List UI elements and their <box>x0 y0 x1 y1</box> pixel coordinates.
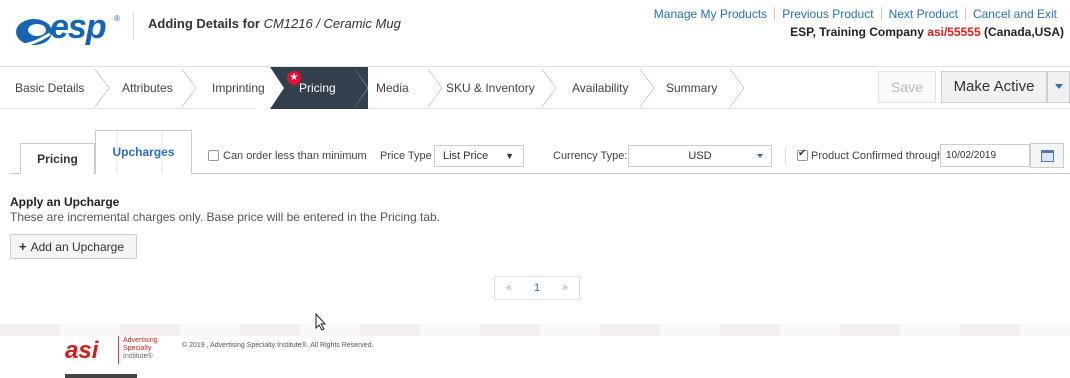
step-summary[interactable]: Summary <box>666 68 717 108</box>
mouse-cursor-icon <box>315 313 327 331</box>
step-pricing[interactable]: Pricing <box>299 68 336 108</box>
company-info: ESP, Training Company asi/55555 (Canada,… <box>790 25 1064 39</box>
step-availability[interactable]: Availability <box>572 68 628 108</box>
header-divider <box>133 12 134 40</box>
step-imprinting[interactable]: Imprinting <box>212 68 265 108</box>
manage-products-link[interactable]: Manage My Products <box>647 7 774 21</box>
currency-select[interactable]: USD <box>628 145 772 167</box>
pager-prev-button[interactable]: « <box>495 277 523 299</box>
footer-bar <box>65 374 137 378</box>
top-links: Manage My Products Previous Product Next P… <box>647 7 1064 21</box>
esp-logo-text: esp <box>50 8 107 46</box>
tab-upcharges[interactable]: Upcharges <box>95 130 192 174</box>
pager-next-button[interactable]: » <box>551 277 579 299</box>
step-media[interactable]: Media <box>376 68 409 108</box>
confirmed-date-input[interactable]: 10/02/2019 <box>940 144 1030 167</box>
copyright-text: © 2019 , Advertising Specialty Institute… <box>182 342 374 349</box>
asi-wordmark-line2: Specialty <box>123 345 152 352</box>
svg-text:asi: asi <box>65 337 100 364</box>
price-type-label: Price Type <box>380 150 432 162</box>
tab-pricing[interactable]: Pricing <box>20 143 95 174</box>
upcharge-heading: Apply an Upcharge <box>10 195 120 209</box>
can-order-less-label: Can order less than minimum <box>223 150 367 162</box>
options-divider <box>785 147 786 165</box>
make-active-button[interactable]: Make Active <box>941 71 1047 103</box>
esp-logo[interactable]: esp ® <box>10 8 122 48</box>
asi-logo-icon: asi <box>65 337 100 364</box>
header: esp ® Adding Details for CM1216 / Cerami… <box>0 0 1070 60</box>
previous-product-link[interactable]: Previous Product <box>774 7 881 21</box>
make-active-dropdown-button[interactable] <box>1047 71 1070 103</box>
calendar-icon <box>1041 150 1054 162</box>
asi-wordmark-line1: Advertising <box>123 337 158 344</box>
step-basic-details[interactable]: Basic Details <box>15 68 84 108</box>
plus-icon: + <box>19 239 27 254</box>
pagination: « 1 » <box>494 276 580 300</box>
page-title-product: CM1216 / Ceramic Mug <box>263 16 401 31</box>
registered-mark: ® <box>114 14 120 23</box>
page-title-prefix: Adding Details for <box>148 16 264 31</box>
asi-logo-divider <box>118 336 119 364</box>
company-region: (Canada,USA) <box>980 25 1064 39</box>
price-type-select[interactable]: List Price ▼ <box>434 145 524 167</box>
asi-wordmark-line3: Institute® <box>123 353 153 360</box>
calendar-button[interactable] <box>1030 143 1064 168</box>
upcharge-description: These are incremental charges only. Base… <box>10 210 441 224</box>
pager-page-1[interactable]: 1 <box>523 277 551 299</box>
step-sku-inventory[interactable]: SKU & Inventory <box>446 68 535 108</box>
currency-type-label: Currency Type: <box>553 150 628 162</box>
add-upcharge-label: Add an Upcharge <box>30 240 124 254</box>
product-confirmed-checkbox[interactable] <box>797 148 808 161</box>
can-order-less-checkbox[interactable] <box>208 150 219 161</box>
price-type-value: List Price <box>443 150 489 162</box>
company-name: ESP, Training Company <box>790 25 928 39</box>
footer-band <box>0 324 1070 336</box>
esp-swoosh-icon <box>13 19 52 47</box>
asi-number: asi/55555 <box>927 25 981 39</box>
currency-value: USD <box>688 150 712 162</box>
caret-down-icon: ▼ <box>505 151 514 161</box>
product-confirmed-label: Product Confirmed through <box>811 150 944 162</box>
next-product-link[interactable]: Next Product <box>880 7 965 21</box>
caret-down-icon <box>757 154 763 158</box>
asi-wordmark: Advertising Specialty Institute® <box>123 337 158 361</box>
add-upcharge-button[interactable]: + Add an Upcharge <box>10 234 137 259</box>
caret-down-icon <box>1055 84 1063 89</box>
footer <box>0 336 1070 378</box>
save-button[interactable]: Save <box>878 71 936 103</box>
page-title: Adding Details for CM1216 / Ceramic Mug <box>148 16 401 31</box>
step-attributes[interactable]: Attributes <box>122 68 173 108</box>
cancel-exit-link[interactable]: Cancel and Exit <box>964 7 1064 21</box>
